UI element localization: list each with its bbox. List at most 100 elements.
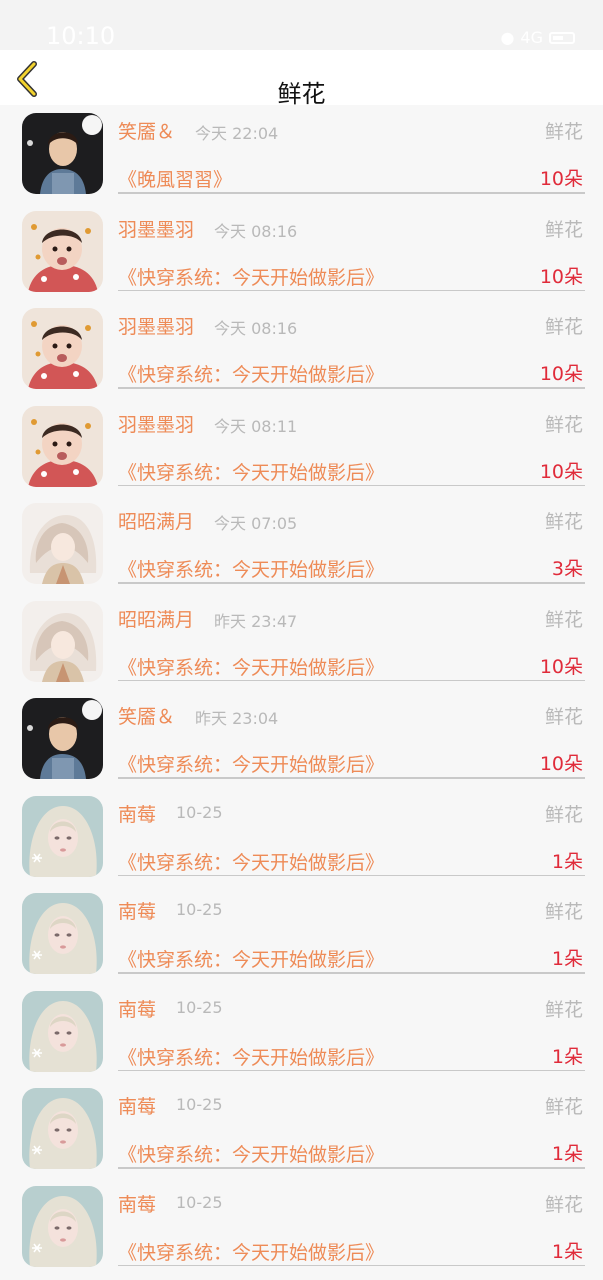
user-name[interactable]: 羽墨墨羽 <box>118 215 194 242</box>
list-item[interactable]: 南莓 10-25 鲜花 《快穿系统：今天开始做影后》 1朵 <box>0 885 603 983</box>
book-title-link[interactable]: 《快穿系统：今天开始做影后》 <box>118 1238 384 1265</box>
avatar[interactable] <box>22 405 103 487</box>
book-title-link[interactable]: 《快穿系统：今天开始做影后》 <box>118 653 384 680</box>
nav-bar: 鲜花 <box>0 50 603 108</box>
avatar-photo <box>22 210 103 292</box>
gift-amount: 10朵 <box>539 265 583 288</box>
user-name[interactable]: 昭昭满月 <box>118 605 194 632</box>
list-item[interactable]: 羽墨墨羽 今天 08:11 鲜花 《快穿系统：今天开始做影后》 10朵 <box>0 398 603 496</box>
gift-type: 鲜花 <box>544 316 583 338</box>
record-time: 今天 22:04 <box>195 124 279 143</box>
divider <box>118 679 585 681</box>
gift-type: 鲜花 <box>544 413 583 436</box>
list-item[interactable]: 羽墨墨羽 今天 08:16 鲜花 《快穿系统：今天开始做影后》 10朵 <box>0 203 603 301</box>
avatar-photo <box>22 990 103 1072</box>
divider <box>118 289 585 291</box>
user-name[interactable]: 南莓 <box>118 1190 156 1217</box>
user-name[interactable]: 羽墨墨羽 <box>118 312 194 339</box>
book-title-link[interactable]: 《快穿系统：今天开始做影后》 <box>118 1043 384 1070</box>
user-name[interactable]: 南莓 <box>118 800 156 827</box>
user-name[interactable]: 昭昭满月 <box>118 507 194 534</box>
gift-type: 鲜花 <box>544 1096 583 1118</box>
book-title-link[interactable]: 《快穿系统：今天开始做影后》 <box>118 848 384 875</box>
list-item[interactable]: 笑靥＆ 昨天 23:04 鲜花 《快穿系统：今天开始做影后》 10朵 <box>0 690 603 788</box>
book-title-link[interactable]: 《快穿系统：今天开始做影后》 <box>118 555 384 582</box>
user-name[interactable]: 笑靥＆ <box>118 702 175 729</box>
record-time: 10-25 <box>176 802 223 822</box>
divider <box>118 484 585 486</box>
divider <box>118 1264 585 1266</box>
divider <box>118 1167 585 1169</box>
gift-amount: 10朵 <box>539 460 583 483</box>
gift-amount: 10朵 <box>539 363 583 385</box>
avatar[interactable] <box>22 600 103 682</box>
divider <box>118 387 585 389</box>
avatar[interactable] <box>22 795 103 877</box>
gift-amount: 10朵 <box>539 168 583 190</box>
divider <box>118 874 585 876</box>
list-item[interactable]: 南莓 10-25 鲜花 《快穿系统：今天开始做影后》 1朵 <box>0 1080 603 1178</box>
gift-amount: 10朵 <box>539 753 583 775</box>
gift-amount: 3朵 <box>551 558 583 580</box>
status-indicators: ● 4G <box>500 28 575 47</box>
gift-type: 鲜花 <box>544 511 583 533</box>
record-time: 今天 07:05 <box>214 514 298 533</box>
avatar-photo <box>22 893 103 974</box>
divider <box>118 1069 585 1071</box>
avatar-photo <box>22 113 103 194</box>
avatar[interactable] <box>22 1088 103 1169</box>
divider <box>118 582 585 584</box>
gift-amount: 1朵 <box>551 1045 583 1068</box>
book-title-link[interactable]: 《快穿系统：今天开始做影后》 <box>118 1140 384 1167</box>
user-name[interactable]: 南莓 <box>118 1092 156 1119</box>
avatar-photo <box>22 600 103 682</box>
avatar[interactable] <box>22 503 103 584</box>
avatar[interactable] <box>22 698 103 779</box>
avatar-photo <box>22 503 103 584</box>
gift-amount: 1朵 <box>551 1143 583 1165</box>
book-title-link[interactable]: 《快穿系统：今天开始做影后》 <box>118 360 384 387</box>
gift-amount: 1朵 <box>551 1240 583 1263</box>
user-name[interactable]: 南莓 <box>118 897 156 924</box>
book-title-link[interactable]: 《快穿系统：今天开始做影后》 <box>118 458 384 485</box>
divider <box>118 192 585 194</box>
record-time: 10-25 <box>176 900 223 919</box>
record-time: 10-25 <box>176 1192 223 1212</box>
gift-type: 鲜花 <box>544 998 583 1021</box>
avatar[interactable] <box>22 990 103 1072</box>
record-time: 10-25 <box>176 997 223 1017</box>
avatar[interactable] <box>22 308 103 389</box>
gift-type: 鲜花 <box>544 121 583 143</box>
avatar[interactable] <box>22 210 103 292</box>
gift-type: 鲜花 <box>544 803 583 826</box>
list-item[interactable]: 南莓 10-25 鲜花 《快穿系统：今天开始做影后》 1朵 <box>0 788 603 886</box>
list-item[interactable]: 南莓 10-25 鲜花 《快穿系统：今天开始做影后》 1朵 <box>0 983 603 1081</box>
signal-icon: ● <box>500 28 515 47</box>
list-item[interactable]: 昭昭满月 今天 07:05 鲜花 《快穿系统：今天开始做影后》 3朵 <box>0 495 603 593</box>
status-bar: 10:10 ● 4G <box>0 0 603 50</box>
gift-amount: 1朵 <box>551 948 583 970</box>
list-item[interactable]: 笑靥＆ 今天 22:04 鲜花 《晚風習習》 10朵 <box>0 105 603 203</box>
book-title-link[interactable]: 《晚風習習》 <box>118 165 232 192</box>
avatar[interactable] <box>22 1185 103 1267</box>
list-item[interactable]: 昭昭满月 昨天 23:47 鲜花 《快穿系统：今天开始做影后》 10朵 <box>0 593 603 691</box>
book-title-link[interactable]: 《快穿系统：今天开始做影后》 <box>118 945 384 972</box>
divider <box>118 972 585 974</box>
gift-amount: 10朵 <box>539 655 583 678</box>
record-time: 10-25 <box>176 1095 223 1114</box>
user-name[interactable]: 羽墨墨羽 <box>118 410 194 437</box>
user-name[interactable]: 南莓 <box>118 995 156 1022</box>
divider <box>118 777 585 779</box>
battery-icon <box>549 31 575 44</box>
list-item[interactable]: 南莓 10-25 鲜花 《快穿系统：今天开始做影后》 1朵 <box>0 1178 603 1276</box>
avatar[interactable] <box>22 893 103 974</box>
record-time: 今天 08:16 <box>214 319 298 338</box>
list-item[interactable]: 羽墨墨羽 今天 08:16 鲜花 《快穿系统：今天开始做影后》 10朵 <box>0 300 603 398</box>
book-title-link[interactable]: 《快穿系统：今天开始做影后》 <box>118 750 384 777</box>
record-time: 今天 08:16 <box>214 221 298 241</box>
user-name[interactable]: 笑靥＆ <box>118 117 175 144</box>
record-time: 昨天 23:04 <box>195 709 279 728</box>
book-title-link[interactable]: 《快穿系统：今天开始做影后》 <box>118 263 384 290</box>
avatar[interactable] <box>22 113 103 194</box>
gift-type: 鲜花 <box>544 706 583 728</box>
